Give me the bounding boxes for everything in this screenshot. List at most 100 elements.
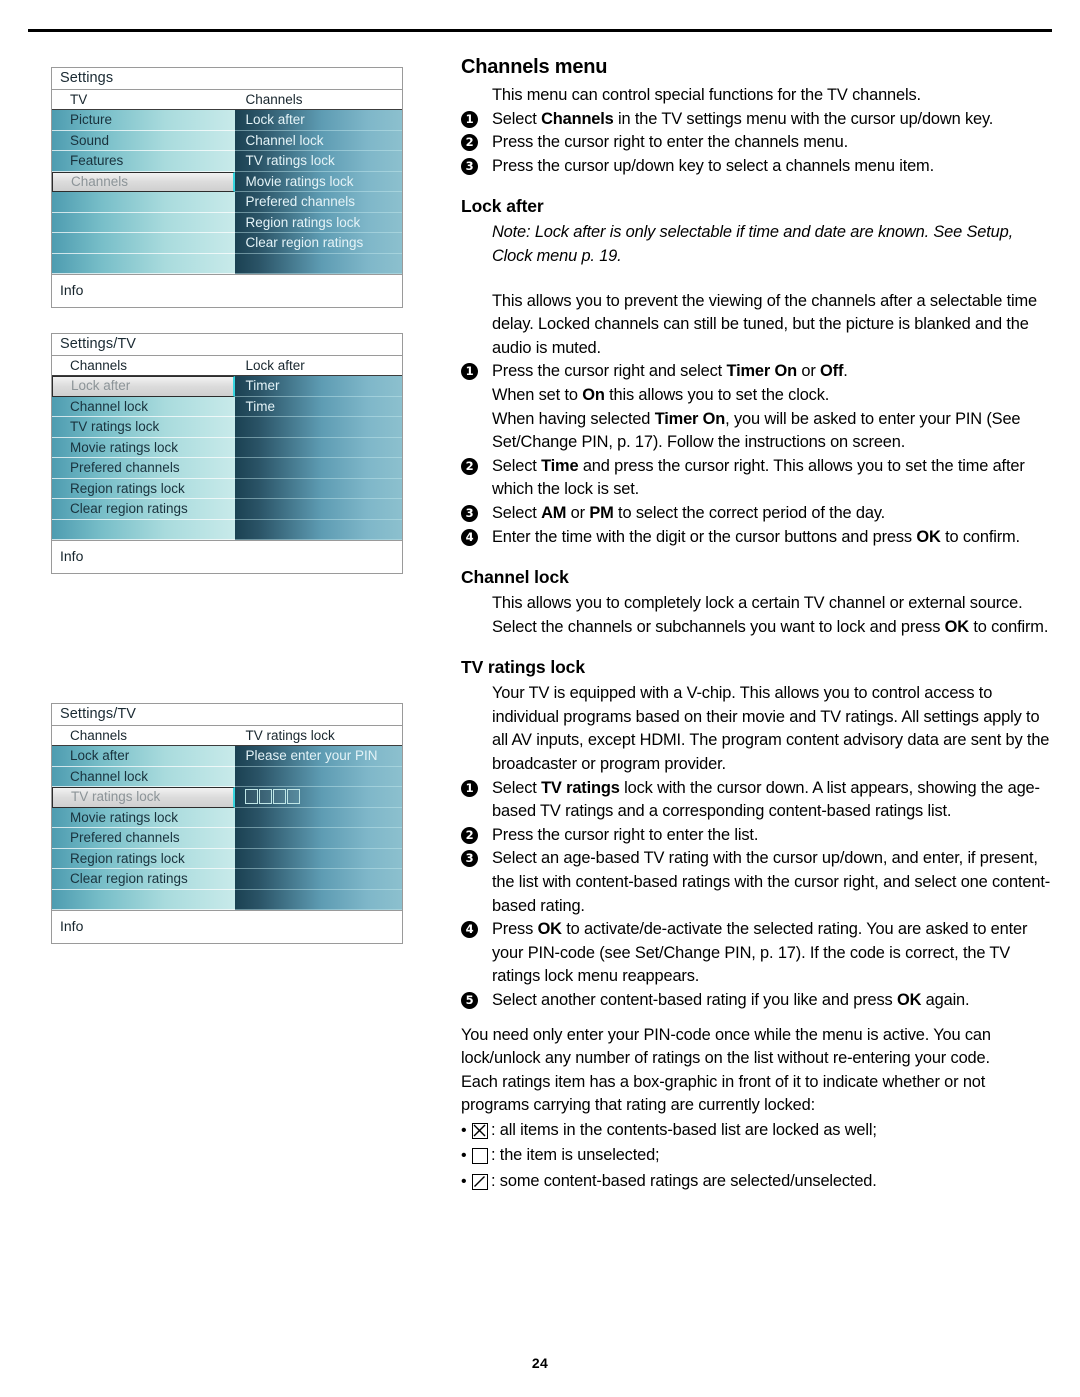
- osd-menu-row-empty: [235, 890, 402, 910]
- step-text: Select Channels in the TV settings menu …: [492, 109, 994, 128]
- osd-menu-row-empty: [235, 479, 402, 499]
- osd-menu-row-empty: [235, 438, 402, 458]
- osd-menu-item-region-ratings-lock[interactable]: Region ratings lock: [235, 213, 402, 233]
- pin-entry-field[interactable]: [235, 787, 402, 808]
- bullet-dot: •: [461, 1121, 467, 1139]
- section-title-lock-after: Lock after: [461, 196, 544, 217]
- osd-menu-item-picture[interactable]: Picture: [52, 110, 236, 131]
- osd-menu-row-empty: [52, 192, 236, 213]
- osd-menu-item-clear-region-ratings[interactable]: Clear region ratings: [52, 499, 236, 520]
- intro-step-list: 1 Select Channels in the TV settings menu…: [461, 108, 1051, 179]
- pin-digit-box[interactable]: [273, 789, 287, 805]
- step-number-badge: 1: [461, 363, 478, 381]
- osd-right-column: Lock after Timer Time: [235, 356, 402, 540]
- osd-menu-screenshot-2: Settings/TV Channels Lock after Channel loc…: [51, 333, 403, 574]
- osd-menu-item-please-enter-your-pin[interactable]: Please enter your PIN: [235, 746, 402, 767]
- ratings-legend-item: •: the item is unselected;: [461, 1143, 1051, 1169]
- osd-menu-item-time[interactable]: Time: [235, 397, 402, 417]
- osd-menu-row-empty: [235, 417, 402, 438]
- lock-after-step-4: 4 Enter the time with the digit or the cu…: [461, 526, 1051, 550]
- osd-breadcrumb-title: Settings: [52, 68, 402, 90]
- intro-step-2: 2 Press the cursor right to enter the cha…: [461, 131, 1051, 155]
- intro-step-3: 3 Press the cursor up/down key to select …: [461, 155, 1051, 179]
- osd-menu-item-movie-ratings-lock[interactable]: Movie ratings lock: [52, 438, 236, 458]
- bullet-dot: •: [461, 1172, 467, 1190]
- osd-menu-item-sound[interactable]: Sound: [52, 131, 236, 151]
- osd-left-column-header: Channels: [52, 726, 236, 746]
- step-text: Press the cursor right and select Timer …: [492, 362, 1021, 452]
- osd-left-column: Channels Lock after Channel lock TV ratings…: [52, 356, 236, 540]
- ratings-glyph-legend: •: all items in the contents-based list …: [461, 1118, 1051, 1195]
- osd-right-column-header: Channels: [235, 90, 402, 110]
- osd-menu-item-channel-lock[interactable]: Channel lock: [52, 397, 236, 417]
- osd-menu-item-lock-after[interactable]: Lock after: [52, 746, 236, 767]
- lock-after-body: This allows you to prevent the viewing o…: [492, 291, 1037, 357]
- osd-menu-item-prefered-channels[interactable]: Prefered channels: [52, 828, 236, 849]
- step-number-badge: 1: [461, 110, 478, 128]
- osd-menu-item-prefered-channels[interactable]: Prefered channels: [235, 192, 402, 213]
- step-number-badge: 3: [461, 504, 478, 522]
- osd-left-column-header: Channels: [52, 356, 236, 376]
- osd-menu-row-empty: [235, 499, 402, 520]
- tv-ratings-closing-1: You need only enter your PIN-code once w…: [461, 1025, 991, 1068]
- osd-menu-item-tv-ratings-lock[interactable]: TV ratings lock: [52, 417, 236, 438]
- osd-menu-item-prefered-channels[interactable]: Prefered channels: [52, 458, 236, 479]
- box-empty-icon: [472, 1148, 488, 1165]
- step-text: Select AM or PM to select the correct pe…: [492, 503, 886, 522]
- tv-ratings-step-1: 1 Select TV ratings lock with the cursor …: [461, 777, 1051, 824]
- step-text: Select TV ratings lock with the cursor d…: [492, 778, 1040, 821]
- osd-menu-row-empty: [52, 520, 236, 540]
- osd-menu-item-lock-after[interactable]: Lock after: [235, 110, 402, 131]
- osd-menu-row-empty: [235, 828, 402, 849]
- step-text: Press the cursor up/down key to select a…: [492, 156, 934, 175]
- section-title-channel-lock: Channel lock: [461, 567, 569, 588]
- lock-after-step-2: 2 Select Time and press the cursor right.…: [461, 455, 1051, 502]
- osd-menu-screenshot-1: Settings TV Picture Sound Features Channels Ch…: [51, 67, 403, 308]
- osd-menu-item-region-ratings-lock[interactable]: Region ratings lock: [52, 849, 236, 869]
- lock-after-step-3: 3 Select AM or PM to select the correct p…: [461, 502, 1051, 526]
- tv-ratings-step-3: 3 Select an age-based TV rating with the …: [461, 847, 1051, 918]
- intro-step-1: 1 Select Channels in the TV settings menu…: [461, 108, 1051, 132]
- osd-menu-row-empty: [52, 254, 236, 274]
- osd-info-bar: Info: [52, 274, 402, 307]
- osd-right-column: Channels Lock after Channel lock TV ratings…: [235, 90, 402, 274]
- osd-menu-item-region-ratings-lock[interactable]: Region ratings lock: [52, 479, 236, 499]
- osd-info-bar: Info: [52, 540, 402, 573]
- osd-menu-item-movie-ratings-lock[interactable]: Movie ratings lock: [52, 808, 236, 828]
- osd-menu-item-clear-region-ratings[interactable]: Clear region ratings: [235, 233, 402, 254]
- tv-ratings-step-list: 1 Select TV ratings lock with the cursor …: [461, 777, 1051, 1013]
- osd-right-column-header: Lock after: [235, 356, 402, 376]
- osd-menu-item-channel-lock[interactable]: Channel lock: [235, 131, 402, 151]
- channel-lock-body: This allows you to completely lock a cer…: [492, 594, 1049, 636]
- step-number-badge: 2: [461, 134, 478, 152]
- step-text: Select an age-based TV rating with the c…: [492, 849, 1051, 915]
- osd-menu-item-features[interactable]: Features: [52, 151, 236, 172]
- pin-digit-box[interactable]: [245, 789, 259, 805]
- osd-menu-row-empty: [235, 254, 402, 274]
- step-number-badge: 2: [461, 826, 478, 844]
- pin-digit-box[interactable]: [287, 789, 301, 805]
- osd-menu-row-empty: [235, 869, 402, 890]
- osd-breadcrumb-title: Settings/TV: [52, 334, 402, 356]
- osd-menu-item-tv-ratings-lock[interactable]: TV ratings lock: [235, 151, 402, 172]
- osd-menu-item-lock-after[interactable]: Lock after: [52, 376, 236, 397]
- osd-menu-item-movie-ratings-lock[interactable]: Movie ratings lock: [235, 172, 402, 192]
- osd-menu-item-channels[interactable]: Channels: [52, 171, 236, 192]
- osd-menu-item-timer[interactable]: Timer: [235, 376, 402, 397]
- pin-digit-box[interactable]: [259, 789, 273, 805]
- step-text: Enter the time with the digit or the cur…: [492, 527, 1020, 546]
- tv-ratings-closing-2: Each ratings item has a box-graphic in f…: [461, 1072, 986, 1115]
- step-number-badge: 3: [461, 157, 478, 175]
- ratings-legend-text: : some content-based ratings are selecte…: [491, 1171, 877, 1190]
- header-rule: [28, 29, 1052, 32]
- osd-menu-item-tv-ratings-lock[interactable]: TV ratings lock: [52, 787, 236, 808]
- tv-ratings-step-4: 4 Press OK to activate/de-activate the se…: [461, 918, 1051, 989]
- ratings-legend-text: : the item is unselected;: [491, 1146, 660, 1165]
- osd-menu-item-clear-region-ratings[interactable]: Clear region ratings: [52, 869, 236, 890]
- osd-right-column: TV ratings lock Please enter your PIN: [235, 726, 402, 910]
- osd-menu-item-channel-lock[interactable]: Channel lock: [52, 767, 236, 787]
- osd-menu-screenshot-3: Settings/TV Channels Lock after Channel loc…: [51, 703, 403, 944]
- step-text: Select another content-based rating if y…: [492, 991, 970, 1009]
